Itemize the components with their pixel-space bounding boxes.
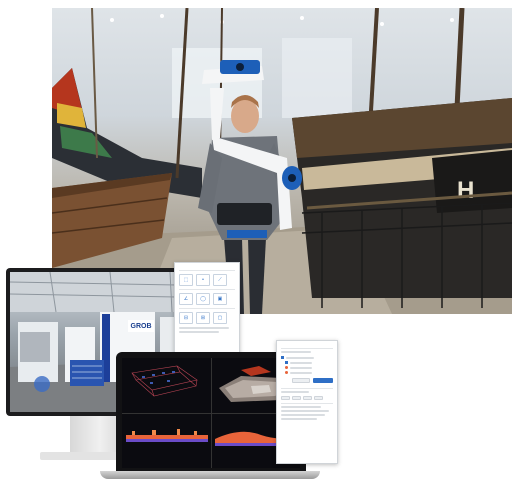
measure-tool-row-2: ∠ ◯ ▣ — [175, 292, 239, 306]
point-icon: • — [202, 277, 204, 283]
marker-icon — [285, 371, 288, 374]
chip-button[interactable] — [303, 396, 312, 400]
placeholder-line — [290, 366, 312, 369]
placeholder-line — [286, 356, 314, 359]
divider — [179, 270, 235, 271]
line-icon: ⟋ — [218, 277, 222, 283]
placeholder-line — [179, 327, 229, 329]
point-tool-button[interactable]: • — [196, 274, 210, 286]
pointcloud-wireframe — [122, 358, 211, 413]
clip-tool-button[interactable]: ⊟ — [179, 312, 193, 324]
measure-tool-row-1: ⬚ • ⟋ — [175, 273, 239, 287]
divider — [281, 348, 333, 349]
measure-tools-panel: ⬚ • ⟋ ∠ ◯ ▣ ⊟ ⊞ ▢ — [174, 262, 240, 356]
secondary-button[interactable] — [292, 378, 310, 383]
primary-button[interactable] — [313, 378, 333, 383]
placeholder-line — [281, 410, 329, 412]
divider — [281, 388, 333, 389]
angle-icon: ∠ — [183, 296, 189, 302]
chip-button[interactable] — [292, 396, 301, 400]
measure-panel-title — [175, 263, 239, 268]
chip-button[interactable] — [281, 396, 290, 400]
volume-icon: ▣ — [217, 296, 223, 302]
area-icon: ⬚ — [183, 277, 189, 283]
measure-tool-row-3: ⊟ ⊞ ▢ — [175, 311, 239, 325]
divider — [179, 308, 235, 309]
placeholder-line — [281, 414, 325, 416]
line-tool-button[interactable]: ⟋ — [213, 274, 227, 286]
circle-icon: ◯ — [200, 296, 206, 302]
laptop-screen — [122, 358, 300, 468]
viewport-divider-horizontal — [122, 413, 300, 414]
circle-tool-button[interactable]: ◯ — [196, 293, 210, 305]
chip-row — [277, 395, 337, 401]
section-icon: ⊞ — [200, 315, 206, 321]
volume-tool-button[interactable]: ▣ — [213, 293, 227, 305]
navigation-panel-title — [277, 341, 337, 346]
window — [282, 38, 352, 118]
viewport-bottom-left[interactable] — [122, 413, 211, 468]
placeholder-line — [281, 418, 317, 420]
divider — [281, 403, 333, 404]
placeholder-line — [290, 371, 312, 374]
marker-icon — [285, 366, 288, 369]
placeholder-line — [281, 351, 311, 353]
area-tool-button[interactable]: ⬚ — [179, 274, 193, 286]
divider — [179, 289, 235, 290]
layer-icon — [281, 356, 284, 359]
box-tool-button[interactable]: ▢ — [213, 312, 227, 324]
layer-icon — [285, 361, 288, 364]
placeholder-line — [281, 406, 321, 408]
box-icon: ▢ — [217, 315, 223, 321]
placeholder-line — [179, 331, 219, 333]
section-tool-button[interactable]: ⊞ — [196, 312, 210, 324]
grob-logo: GROB — [128, 320, 154, 332]
placeholder-line — [281, 391, 309, 393]
ceiling-lights — [110, 14, 454, 26]
viewport-top-left[interactable] — [122, 358, 211, 413]
angle-tool-button[interactable]: ∠ — [179, 293, 193, 305]
panel-actions — [277, 375, 337, 386]
placeholder-line — [290, 361, 312, 364]
clip-icon: ⊟ — [183, 315, 189, 321]
chip-button[interactable] — [314, 396, 323, 400]
laptop-base — [100, 471, 320, 479]
pointcloud-section-left — [122, 413, 211, 468]
navigation-panel — [276, 340, 338, 464]
svg-text:H: H — [457, 177, 474, 204]
